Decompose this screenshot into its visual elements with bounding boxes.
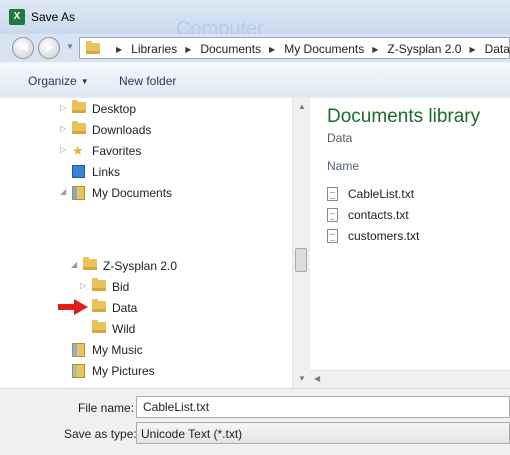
desktop-folder-icon	[72, 100, 86, 116]
file-name: CableList.txt	[348, 187, 415, 201]
chevron-down-icon: ▼	[80, 77, 89, 86]
scroll-down-icon[interactable]: ▼	[298, 374, 306, 383]
text-file-icon	[327, 208, 338, 222]
nav-item-label: Favorites	[92, 144, 142, 158]
address-bar[interactable]: ▶ Libraries ▶ Documents ▶ My Documents ▶ Z-Sysp…	[79, 37, 510, 59]
chevron-right-icon[interactable]: ▶	[469, 45, 475, 54]
crumb-z-sysplan[interactable]: Z-Sysplan 2.0	[387, 42, 461, 56]
nav-item-label: Z-Sysplan 2.0	[103, 259, 178, 273]
expand-icon[interactable]: ▷	[60, 103, 70, 112]
scroll-up-icon[interactable]: ▲	[298, 102, 306, 111]
nav-item-label: Wild	[112, 322, 136, 336]
scrollbar-thumb[interactable]	[295, 248, 307, 272]
text-file-icon	[327, 187, 338, 201]
collapse-icon[interactable]: ◢	[71, 260, 81, 269]
nav-item-label: Data	[112, 301, 138, 315]
history-dropdown-icon[interactable]: ▼	[66, 42, 74, 51]
nav-item-label: Desktop	[92, 102, 137, 116]
save-form: File name: Save as type: Unicode Text (*…	[0, 388, 510, 455]
crumb-documents[interactable]: Documents	[200, 42, 261, 56]
forward-arrow-icon: ▶	[46, 42, 54, 53]
nav-item-label: Links	[92, 165, 121, 179]
title-bar: X Save As Computer	[0, 0, 510, 40]
expand-icon[interactable]: ▷	[60, 124, 70, 133]
folder-icon	[92, 299, 106, 315]
library-title: Documents library	[327, 106, 481, 127]
expand-icon[interactable]: ▷	[60, 145, 70, 154]
chevron-right-icon[interactable]: ▶	[269, 45, 275, 54]
expand-icon[interactable]: ▷	[80, 281, 90, 290]
pictures-library-icon	[72, 364, 85, 381]
chevron-right-icon[interactable]: ▶	[185, 45, 191, 54]
horizontal-scrollbar[interactable]: ◀	[310, 370, 510, 388]
crumb-libraries[interactable]: Libraries	[131, 42, 177, 56]
chevron-right-icon[interactable]: ▶	[372, 45, 378, 54]
library-subtitle: Data	[327, 131, 353, 145]
nav-item-label: Downloads	[92, 123, 152, 137]
navigation-pane: ▷ Desktop ▷ Downloads ▷ ★ Favorites Link…	[0, 98, 310, 388]
window-title: Save As	[31, 10, 76, 24]
music-library-icon	[72, 343, 85, 360]
save-as-type-value: Unicode Text (*.txt)	[141, 427, 243, 441]
file-name: customers.txt	[348, 229, 420, 243]
back-arrow-icon: ◀	[20, 42, 28, 53]
nav-item-label: Bid	[112, 280, 130, 294]
text-file-icon	[327, 229, 338, 243]
organize-label: Organize	[28, 74, 77, 88]
links-icon	[72, 165, 85, 181]
folder-icon	[83, 257, 97, 273]
forward-button[interactable]: ▶	[38, 37, 60, 59]
documents-library-icon	[72, 186, 85, 203]
favorites-star-icon: ★	[72, 143, 84, 158]
rendering-gap	[0, 344, 310, 350]
save-as-type-select[interactable]: Unicode Text (*.txt)	[136, 422, 510, 444]
chevron-right-icon[interactable]: ▶	[116, 45, 122, 54]
organize-button[interactable]: Organize ▼	[28, 74, 89, 88]
new-folder-button[interactable]: New folder	[119, 74, 176, 88]
file-name-input[interactable]	[136, 396, 510, 418]
scroll-left-icon[interactable]: ◀	[314, 374, 320, 383]
address-row: ◀ ▶ ▼ ▶ Libraries ▶ Documents ▶ My Documents ▶…	[0, 34, 510, 62]
folder-icon	[92, 278, 106, 294]
excel-icon: X	[9, 9, 25, 25]
nav-item-label: My Music	[92, 343, 143, 357]
annotation-arrow-data	[58, 299, 88, 315]
save-as-type-label: Save as type:	[64, 427, 137, 441]
crumb-my-documents[interactable]: My Documents	[284, 42, 364, 56]
crumb-data[interactable]: Data	[485, 42, 510, 56]
nav-item-label: My Pictures	[92, 364, 155, 378]
folder-icon	[92, 320, 106, 336]
file-name: contacts.txt	[348, 208, 409, 222]
file-list-pane: Documents library Data Name CableList.tx…	[310, 98, 510, 388]
nav-item-label: My Documents	[92, 186, 173, 200]
command-toolbar: Organize ▼ New folder	[0, 62, 510, 99]
collapse-icon[interactable]: ◢	[60, 187, 70, 196]
downloads-folder-icon	[72, 121, 86, 137]
column-header-name[interactable]: Name	[327, 159, 359, 173]
file-name-label: File name:	[78, 401, 135, 415]
address-folder-icon	[86, 41, 100, 54]
navigation-scrollbar[interactable]: ▲ ▼	[292, 98, 310, 388]
back-button[interactable]: ◀	[12, 37, 34, 59]
breadcrumb: ▶ Libraries ▶ Documents ▶ My Documents ▶ Z-Sysp…	[86, 41, 510, 56]
